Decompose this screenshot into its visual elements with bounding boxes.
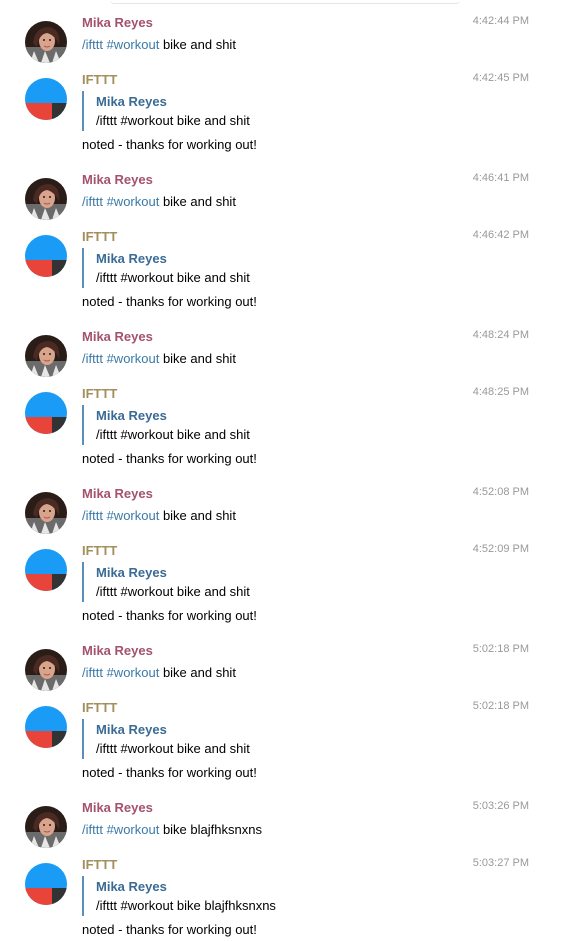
quoted-sender[interactable]: Mika Reyes: [96, 408, 167, 423]
ifttt-logo-icon: [25, 549, 67, 591]
quoted-text: /ifttt #workout bike and shit: [96, 741, 250, 756]
avatar-mika[interactable]: [25, 492, 67, 534]
quoted-message: Mika Reyes /ifttt #workout bike and shit: [82, 405, 250, 445]
bot-reply-text: noted - thanks for working out!: [82, 294, 257, 309]
timestamp: 4:46:42 PM: [472, 229, 529, 241]
bot-reply-text: noted - thanks for working out!: [82, 451, 257, 466]
quoted-text: /ifttt #workout bike blajfhksnxns: [96, 898, 276, 913]
sender-name[interactable]: IFTTT: [82, 857, 117, 872]
timestamp: 4:52:08 PM: [472, 486, 529, 498]
user-photo-icon: [25, 492, 67, 534]
sender-name[interactable]: IFTTT: [82, 543, 117, 558]
avatar-mika[interactable]: [25, 335, 67, 377]
avatar-ifttt[interactable]: [25, 392, 67, 434]
sender-name[interactable]: Mika Reyes: [82, 800, 153, 815]
user-photo-icon: [25, 649, 67, 691]
message-body: bike and shit: [159, 665, 236, 680]
quoted-text: /ifttt #workout bike and shit: [96, 270, 250, 285]
timestamp: 4:42:44 PM: [472, 15, 529, 27]
message-text: /ifttt #workout bike and shit: [82, 351, 236, 366]
quoted-sender[interactable]: Mika Reyes: [96, 722, 167, 737]
quoted-message: Mika Reyes /ifttt #workout bike and shit: [82, 91, 250, 131]
quoted-text: /ifttt #workout bike and shit: [96, 113, 250, 128]
avatar-mika[interactable]: [25, 178, 67, 220]
timestamp: 4:42:45 PM: [472, 72, 529, 84]
quoted-text: /ifttt #workout bike and shit: [96, 427, 250, 442]
avatar-ifttt[interactable]: [25, 863, 67, 905]
timestamp: 5:02:18 PM: [472, 643, 529, 655]
quoted-sender[interactable]: Mika Reyes: [96, 565, 167, 580]
quoted-text: /ifttt #workout bike and shit: [96, 584, 250, 599]
chat-history: Mika Reyes 4:42:44 PM /ifttt #workout bi…: [0, 0, 573, 941]
message-body: bike blajfhksnxns: [159, 822, 262, 837]
avatar-mika[interactable]: [25, 21, 67, 63]
ifttt-logo-icon: [25, 235, 67, 277]
hashtag-link[interactable]: #workout: [107, 37, 160, 52]
avatar-mika[interactable]: [25, 649, 67, 691]
ifttt-logo-icon: [25, 706, 67, 748]
avatar-ifttt[interactable]: [25, 78, 67, 120]
sender-name[interactable]: IFTTT: [82, 700, 117, 715]
ifttt-logo-icon: [25, 392, 67, 434]
command-text: /ifttt: [82, 665, 103, 680]
message-text: /ifttt #workout bike and shit: [82, 194, 236, 209]
timestamp: 4:48:24 PM: [472, 329, 529, 341]
message-text: /ifttt #workout bike and shit: [82, 508, 236, 523]
message-text: /ifttt #workout bike and shit: [82, 37, 236, 52]
bot-reply-text: noted - thanks for working out!: [82, 922, 257, 937]
sender-name[interactable]: Mika Reyes: [82, 486, 153, 501]
quoted-message: Mika Reyes /ifttt #workout bike and shit: [82, 562, 250, 602]
message-text: /ifttt #workout bike and shit: [82, 665, 236, 680]
avatar-ifttt[interactable]: [25, 706, 67, 748]
hashtag-link[interactable]: #workout: [107, 665, 160, 680]
timestamp: 4:46:41 PM: [472, 172, 529, 184]
command-text: /ifttt: [82, 194, 103, 209]
ifttt-logo-icon: [25, 863, 67, 905]
user-photo-icon: [25, 21, 67, 63]
bot-reply-text: noted - thanks for working out!: [82, 765, 257, 780]
hashtag-link[interactable]: #workout: [107, 194, 160, 209]
quoted-sender[interactable]: Mika Reyes: [96, 879, 167, 894]
command-text: /ifttt: [82, 822, 103, 837]
quoted-message: Mika Reyes /ifttt #workout bike blajfhks…: [82, 876, 276, 916]
sender-name[interactable]: IFTTT: [82, 386, 117, 401]
sender-name[interactable]: IFTTT: [82, 72, 117, 87]
command-text: /ifttt: [82, 508, 103, 523]
sender-name[interactable]: Mika Reyes: [82, 172, 153, 187]
bot-reply-text: noted - thanks for working out!: [82, 137, 257, 152]
message-body: bike and shit: [159, 37, 236, 52]
quoted-message: Mika Reyes /ifttt #workout bike and shit: [82, 719, 250, 759]
quoted-message: Mika Reyes /ifttt #workout bike and shit: [82, 248, 250, 288]
message-text: /ifttt #workout bike blajfhksnxns: [82, 822, 262, 837]
sender-name[interactable]: IFTTT: [82, 229, 117, 244]
user-photo-icon: [25, 178, 67, 220]
composer-edge: [110, 0, 460, 4]
quoted-sender[interactable]: Mika Reyes: [96, 251, 167, 266]
timestamp: 4:52:09 PM: [472, 543, 529, 555]
quoted-sender[interactable]: Mika Reyes: [96, 94, 167, 109]
timestamp: 5:03:26 PM: [472, 800, 529, 812]
timestamp: 5:03:27 PM: [472, 857, 529, 869]
message-body: bike and shit: [159, 194, 236, 209]
avatar-mika[interactable]: [25, 806, 67, 848]
sender-name[interactable]: Mika Reyes: [82, 15, 153, 30]
avatar-ifttt[interactable]: [25, 549, 67, 591]
command-text: /ifttt: [82, 37, 103, 52]
bot-reply-text: noted - thanks for working out!: [82, 608, 257, 623]
command-text: /ifttt: [82, 351, 103, 366]
user-photo-icon: [25, 335, 67, 377]
hashtag-link[interactable]: #workout: [107, 822, 160, 837]
sender-name[interactable]: Mika Reyes: [82, 643, 153, 658]
timestamp: 4:48:25 PM: [472, 386, 529, 398]
sender-name[interactable]: Mika Reyes: [82, 329, 153, 344]
user-photo-icon: [25, 806, 67, 848]
ifttt-logo-icon: [25, 78, 67, 120]
hashtag-link[interactable]: #workout: [107, 351, 160, 366]
hashtag-link[interactable]: #workout: [107, 508, 160, 523]
message-body: bike and shit: [159, 508, 236, 523]
message-body: bike and shit: [159, 351, 236, 366]
timestamp: 5:02:18 PM: [472, 700, 529, 712]
avatar-ifttt[interactable]: [25, 235, 67, 277]
